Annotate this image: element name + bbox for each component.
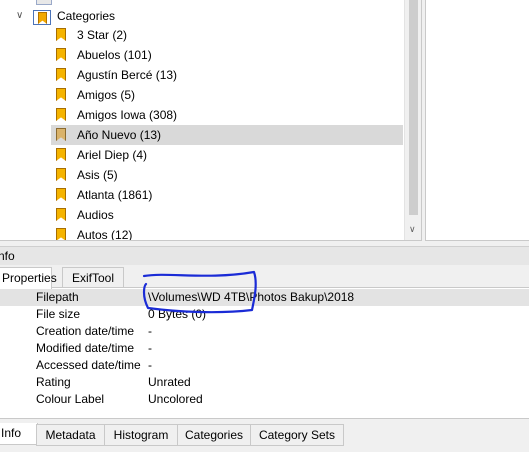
tab-histogram[interactable]: Histogram <box>104 424 178 446</box>
scroll-down-arrow-icon[interactable]: ∨ <box>409 224 416 235</box>
property-value: \Volumes\WD 4TB\Photos Bakup\2018 <box>148 290 355 304</box>
tab-label: Categories <box>184 428 244 442</box>
bookmark-icon <box>56 128 66 141</box>
tree-root-categories[interactable]: ∨ Categories <box>0 6 404 26</box>
tree-item-label: Amigos (5) <box>77 88 136 102</box>
bookmark-icon <box>56 48 66 61</box>
property-row-filepath[interactable]: Filepath \Volumes\WD 4TB\Photos Bakup\20… <box>0 289 529 306</box>
info-panel-title: nfo <box>0 249 15 263</box>
tree-item[interactable]: Ariel Diep (4) <box>51 145 403 165</box>
tree-item[interactable]: 3 Star (2) <box>51 25 403 45</box>
tree-item-selected[interactable]: Año Nuevo (13) <box>51 125 403 145</box>
tab-label: Histogram <box>113 428 169 442</box>
property-row-creation-date[interactable]: Creation date/time - <box>0 323 529 340</box>
tree-item-label: Atlanta (1861) <box>77 188 153 202</box>
property-value: Uncolored <box>148 392 203 406</box>
tree-root-label: Categories <box>57 9 116 23</box>
tab-category-sets[interactable]: Category Sets <box>250 424 344 446</box>
tab-label: Category Sets <box>258 428 336 442</box>
tab-properties[interactable]: Properties <box>0 267 57 289</box>
tree-item-label: Audios <box>77 208 114 222</box>
tab-label: Properties <box>2 271 57 285</box>
tree-item-label: Ariel Diep (4) <box>77 148 148 162</box>
bookmark-icon <box>56 88 66 101</box>
category-tree-panel: ∨ Categories 3 Star (2) Abuelos (101) Ag… <box>0 0 422 241</box>
tab-categories[interactable]: Categories <box>177 424 251 446</box>
bookmark-icon <box>56 228 66 240</box>
bookmark-icon <box>56 28 66 41</box>
tree-item[interactable]: Atlanta (1861) <box>51 185 403 205</box>
bookmark-icon <box>56 68 66 81</box>
tab-label: Metadata <box>45 428 96 442</box>
property-value: - <box>148 341 152 355</box>
property-row-modified-date[interactable]: Modified date/time - <box>0 340 529 357</box>
property-value: 0 Bytes (0) <box>148 307 207 321</box>
tab-metadata[interactable]: Metadata <box>36 424 105 446</box>
bookmark-icon <box>56 108 66 121</box>
tab-info[interactable]: Info <box>0 423 38 445</box>
tree-scrollbar[interactable]: ∨ <box>404 0 421 240</box>
property-key: Filepath <box>36 290 79 304</box>
property-key: File size <box>36 307 81 321</box>
tree-item-label: 3 Star (2) <box>77 28 128 42</box>
tree-item[interactable]: Agustín Bercé (13) <box>51 65 403 85</box>
tree-item-label: Asis (5) <box>77 168 118 182</box>
preview-panel <box>425 0 529 241</box>
tree-item-label: Autos (12) <box>77 228 133 241</box>
categories-folder-icon <box>33 10 51 25</box>
tree-item[interactable]: Asis (5) <box>51 165 403 185</box>
tree-item-label: Abuelos (101) <box>77 48 152 62</box>
tree-item[interactable]: Audios <box>51 205 403 225</box>
tree-item[interactable]: Abuelos (101) <box>51 45 403 65</box>
partial-item-icon <box>36 0 52 5</box>
property-key: Accessed date/time <box>36 358 141 372</box>
scrollbar-thumb[interactable] <box>409 0 418 215</box>
bookmark-icon <box>56 188 66 201</box>
property-value: Unrated <box>148 375 191 389</box>
tree-item-label: Amigos Iowa (308) <box>77 108 178 122</box>
tab-exiftool[interactable]: ExifTool <box>62 267 124 288</box>
bookmark-icon <box>56 208 66 221</box>
property-key: Rating <box>36 375 71 389</box>
property-key: Modified date/time <box>36 341 135 355</box>
info-panel-header: nfo <box>0 246 529 265</box>
property-row-file-size[interactable]: File size 0 Bytes (0) <box>0 306 529 323</box>
tree-item-label: Agustín Bercé (13) <box>77 68 178 82</box>
property-row-accessed-date[interactable]: Accessed date/time - <box>0 357 529 374</box>
tree-item[interactable]: Autos (12) <box>51 225 403 241</box>
chevron-down-icon[interactable]: ∨ <box>16 11 26 21</box>
tab-label: ExifTool <box>71 271 115 285</box>
tab-label: Info <box>1 426 22 440</box>
tree-item[interactable]: Amigos (5) <box>51 85 403 105</box>
property-row-colour-label[interactable]: Colour Label Uncolored <box>0 391 529 408</box>
property-value: - <box>148 358 152 372</box>
bookmark-icon <box>56 148 66 161</box>
tree-item[interactable]: Amigos Iowa (308) <box>51 105 403 125</box>
property-key: Colour Label <box>36 392 105 406</box>
tree-item-label: Año Nuevo (13) <box>77 128 162 142</box>
property-row-rating[interactable]: Rating Unrated <box>0 374 529 391</box>
property-key: Creation date/time <box>36 324 135 338</box>
properties-list: Filepath \Volumes\WD 4TB\Photos Bakup\20… <box>0 287 529 418</box>
property-value: - <box>148 324 152 338</box>
bookmark-icon <box>56 168 66 181</box>
